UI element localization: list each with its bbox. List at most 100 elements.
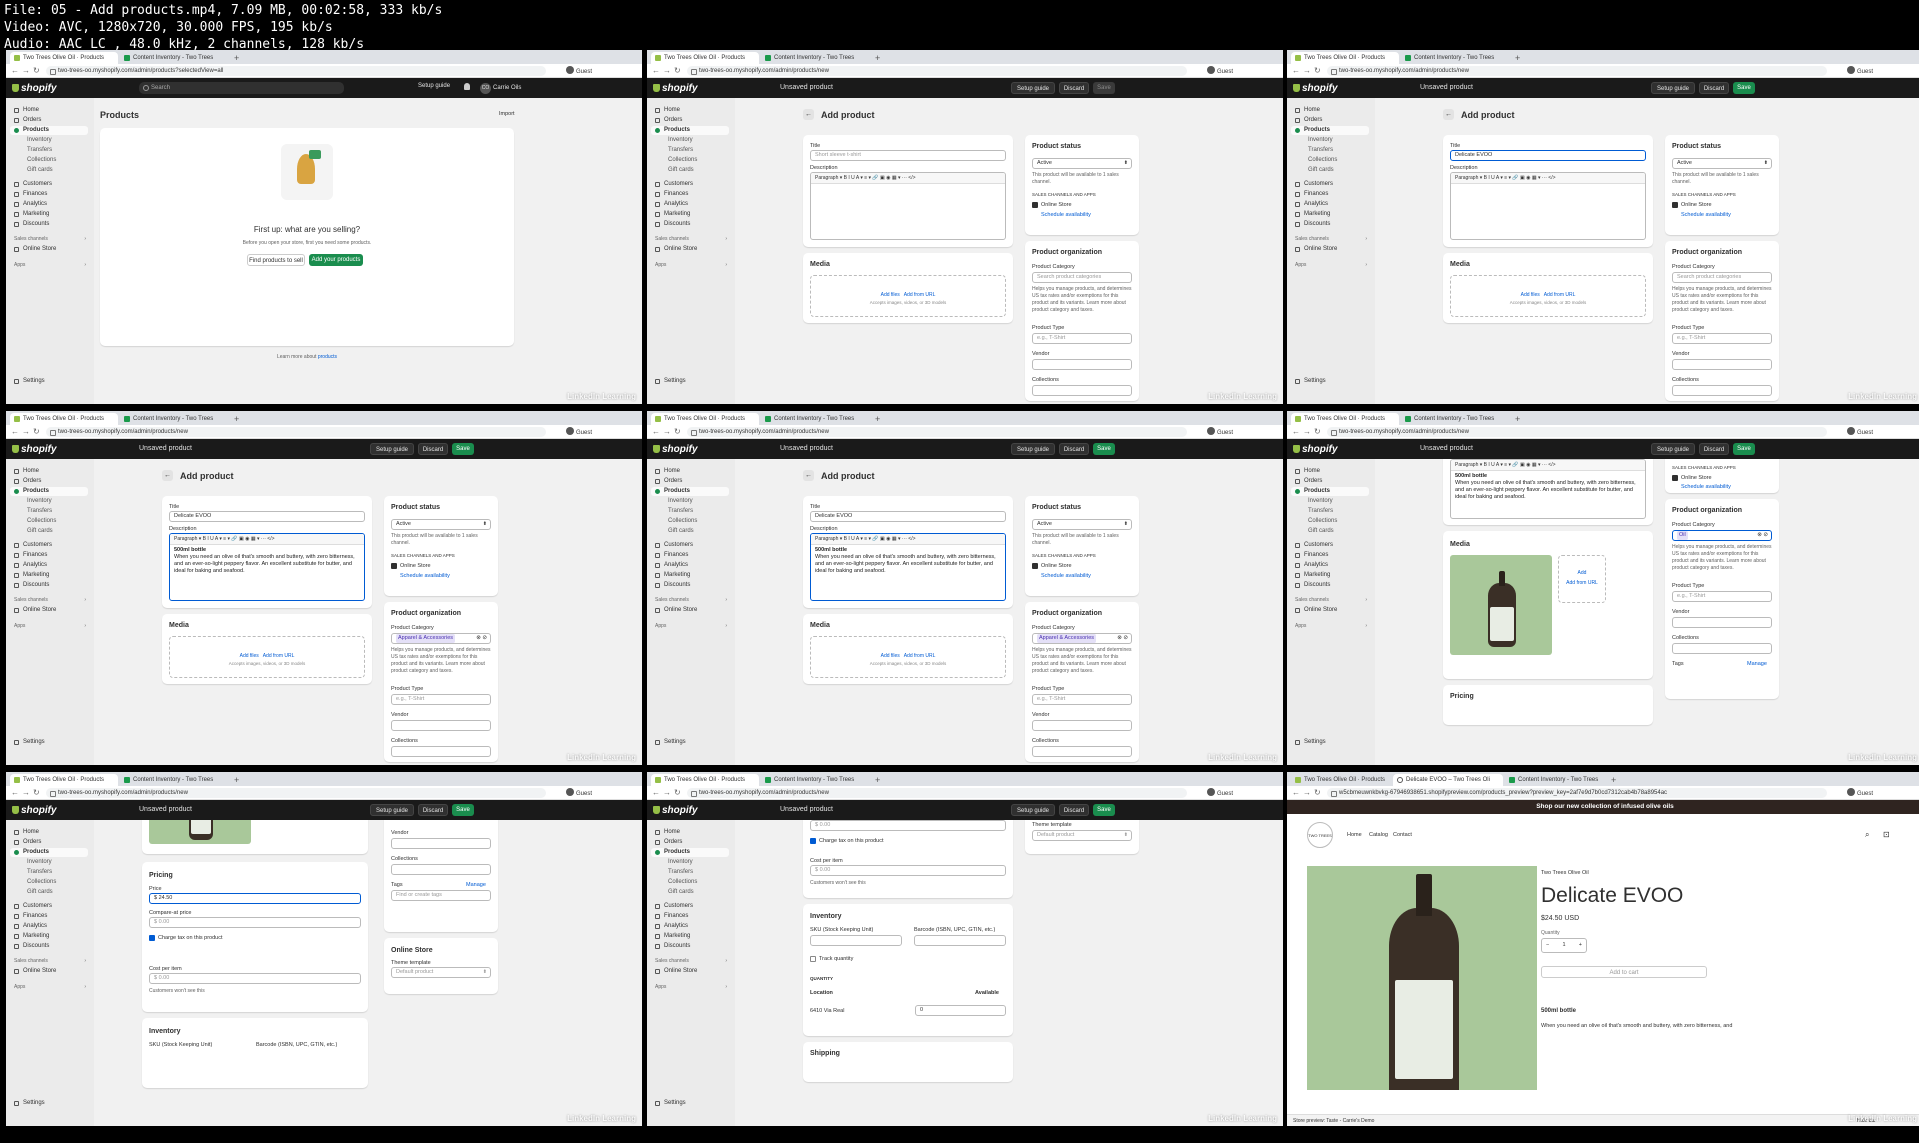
sidebar-item-products[interactable]: Products [651, 126, 729, 135]
reload-icon[interactable]: ↻ [33, 65, 40, 77]
sidebar-item-settings[interactable]: Settings [651, 738, 729, 747]
reload-icon[interactable]: ↻ [1314, 426, 1321, 438]
store-logo[interactable]: TWO TREES [1307, 822, 1333, 848]
editor-toolbar[interactable]: Paragraph ▾ B I U A ▾ ≡ ▾ 🔗 ▣ ◉ ▦ ▾ ··· … [170, 534, 364, 545]
back-arrow-icon[interactable]: ← [11, 426, 19, 438]
sidebar-item-customers[interactable]: Customers [651, 902, 729, 911]
sidebar-item-collections[interactable]: Collections [651, 156, 729, 165]
url-field[interactable]: two-trees-oo.myshopify.com/admin/product… [687, 66, 1187, 76]
product-image[interactable] [149, 820, 251, 844]
sidebar-item-marketing[interactable]: Marketing [10, 210, 88, 219]
back-arrow-icon[interactable]: ← [11, 787, 19, 799]
sidebar-item-collections[interactable]: Collections [10, 878, 88, 887]
forward-arrow-icon[interactable]: → [1303, 65, 1311, 77]
description-editor[interactable]: Paragraph ▾ B I U A ▾ ≡ ▾ 🔗 ▣ ◉ ▦ ▾ ··· … [1450, 459, 1646, 519]
description-body[interactable]: 500ml bottle When you need an olive oil t… [174, 547, 360, 575]
browser-tab[interactable]: Content Inventory - Two Trees [120, 52, 228, 64]
schedule-availability-link[interactable]: Schedule availability [1681, 484, 1731, 490]
media-dropzone[interactable]: Add files Add from URL Accepts images, v… [810, 636, 1006, 678]
sidebar-item-online-store[interactable]: Online Store [651, 606, 729, 615]
sidebar-item-discounts[interactable]: Discounts [1291, 220, 1369, 229]
schedule-availability-link[interactable]: Schedule availability [1041, 573, 1091, 579]
online-store-checkbox[interactable] [391, 563, 397, 569]
browser-tab-active[interactable]: Two Trees Olive Oil · Products [651, 774, 759, 786]
shopify-logo[interactable]: shopify [653, 805, 698, 816]
discard-button[interactable]: Discard [1059, 804, 1089, 816]
setup-guide-button[interactable]: Setup guide [1651, 443, 1695, 455]
minus-icon[interactable]: − [1546, 939, 1549, 952]
sidebar-item-settings[interactable]: Settings [10, 377, 88, 386]
sidebar-item-marketing[interactable]: Marketing [1291, 210, 1369, 219]
status-select[interactable]: Active [1672, 158, 1772, 169]
title-input[interactable]: Delicate EVOO [169, 511, 365, 522]
sidebar-item-transfers[interactable]: Transfers [651, 868, 729, 877]
sidebar-item-gift-cards[interactable]: Gift cards [1291, 527, 1369, 536]
save-button[interactable]: Save [1093, 804, 1115, 816]
browser-tab-active[interactable]: Two Trees Olive Oil · Products [10, 774, 118, 786]
shopify-logo[interactable]: shopify [12, 444, 57, 455]
new-tab-icon[interactable]: + [875, 774, 880, 786]
plus-icon[interactable]: + [1579, 939, 1582, 952]
new-tab-icon[interactable]: + [234, 774, 239, 786]
sidebar-item-discounts[interactable]: Discounts [651, 220, 729, 229]
save-button[interactable]: Save [1733, 82, 1755, 94]
cart-icon[interactable]: ⊡ [1883, 830, 1890, 839]
category-input[interactable]: Oil ⊗ ⊘ [1672, 530, 1772, 541]
new-tab-icon[interactable]: + [875, 413, 880, 425]
setup-guide-button[interactable]: Setup guide [1011, 443, 1055, 455]
shopify-logo[interactable]: shopify [12, 805, 57, 816]
vendor-input[interactable] [1032, 720, 1132, 731]
sidebar-item-gift-cards[interactable]: Gift cards [10, 166, 88, 175]
add-files-button[interactable]: Add files [1521, 292, 1540, 298]
back-arrow-icon[interactable]: ← [803, 109, 814, 120]
sidebar-item-orders[interactable]: Orders [10, 116, 88, 125]
shopify-logo[interactable]: shopify [1293, 83, 1338, 94]
media-dropzone[interactable]: Add files Add from URL Accepts images, v… [169, 636, 365, 678]
sidebar-item-products[interactable]: Products [10, 487, 88, 496]
track-quantity-checkbox[interactable] [810, 956, 816, 962]
sidebar-item-discounts[interactable]: Discounts [651, 942, 729, 951]
clear-icon[interactable]: ⊗ ⊘ [1117, 634, 1128, 643]
sidebar-item-discounts[interactable]: Discounts [651, 581, 729, 590]
theme-template-select[interactable]: Default product [391, 967, 491, 978]
browser-tab[interactable]: Content Inventory - Two Trees [1505, 774, 1605, 786]
save-button[interactable]: Save [1093, 82, 1115, 94]
discard-button[interactable]: Discard [1699, 82, 1729, 94]
sidebar-item-finances[interactable]: Finances [651, 190, 729, 199]
sidebar-item-finances[interactable]: Finances [10, 912, 88, 921]
profile-button[interactable]: Guest [566, 788, 592, 799]
collections-input[interactable] [1032, 746, 1132, 757]
media-dropzone[interactable]: Add files Add from URL Accepts images, v… [1450, 275, 1646, 317]
browser-tab[interactable]: Content Inventory - Two Trees [1401, 413, 1509, 425]
new-tab-icon[interactable]: + [234, 52, 239, 64]
schedule-availability-link[interactable]: Schedule availability [400, 573, 450, 579]
add-files-button[interactable]: Add files [240, 653, 259, 659]
back-arrow-icon[interactable]: ← [652, 426, 660, 438]
setup-guide-link[interactable]: Setup guide [418, 83, 450, 89]
sidebar-item-online-store[interactable]: Online Store [1291, 245, 1369, 254]
description-body[interactable]: 500ml bottle When you need an olive oil t… [815, 547, 1001, 575]
sidebar-item-analytics[interactable]: Analytics [10, 561, 88, 570]
setup-guide-button[interactable]: Setup guide [1651, 82, 1695, 94]
sidebar-item-marketing[interactable]: Marketing [10, 932, 88, 941]
profile-button[interactable]: Guest [566, 66, 592, 77]
sidebar-item-marketing[interactable]: Marketing [10, 571, 88, 580]
forward-arrow-icon[interactable]: → [663, 65, 671, 77]
sidebar-item-sales-channels[interactable]: Sales channels [651, 596, 729, 605]
sidebar-item-gift-cards[interactable]: Gift cards [10, 888, 88, 897]
sidebar-item-finances[interactable]: Finances [10, 190, 88, 199]
compare-at-input[interactable]: $ 0.00 [149, 917, 361, 928]
sidebar-item-orders[interactable]: Orders [1291, 116, 1369, 125]
collections-input[interactable] [1672, 385, 1772, 396]
sidebar-item-orders[interactable]: Orders [10, 838, 88, 847]
editor-toolbar[interactable]: Paragraph ▾ B I U A ▾ ≡ ▾ 🔗 ▣ ◉ ▦ ▾ ··· … [811, 173, 1005, 184]
setup-guide-button[interactable]: Setup guide [1011, 82, 1055, 94]
sidebar-item-transfers[interactable]: Transfers [651, 507, 729, 516]
back-arrow-icon[interactable]: ← [162, 470, 173, 481]
back-arrow-icon[interactable]: ← [1292, 65, 1300, 77]
sidebar-item-gift-cards[interactable]: Gift cards [10, 527, 88, 536]
product-type-input[interactable]: e.g., T-Shirt [1032, 694, 1132, 705]
add-from-url-link[interactable]: Add from URL [904, 292, 936, 298]
url-field[interactable]: two-trees-oo.myshopify.com/admin/product… [46, 66, 546, 76]
url-field[interactable]: two-trees-oo.myshopify.com/admin/product… [46, 788, 546, 798]
